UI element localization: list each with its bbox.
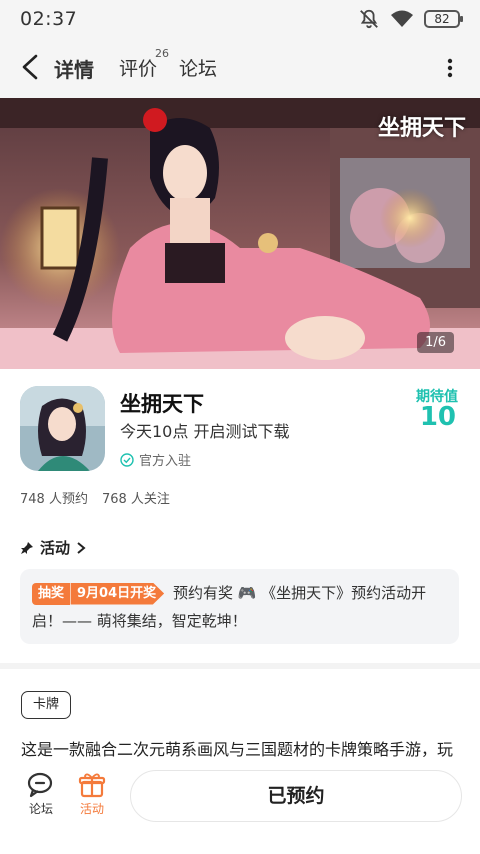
lottery-badge-date: 9月04日开奖	[70, 582, 165, 605]
bell-off-icon	[360, 9, 378, 29]
tab-detail-label: 详情	[54, 58, 94, 82]
official-verified: 官方入驻	[120, 450, 191, 469]
tab-detail[interactable]: 详情	[52, 54, 96, 83]
tab-forum[interactable]: 论坛	[179, 54, 217, 81]
game-subtitle: 今天10点 开启测试下载	[120, 422, 290, 441]
battery-icon: 82	[424, 10, 463, 28]
top-header: 详情 评价 26 论坛	[0, 38, 480, 98]
game-stats: 748 人预约 768 人关注	[20, 488, 170, 507]
bottom-action-bar: 论坛 活动 已预约	[0, 762, 480, 854]
tab-forum-label: 论坛	[179, 58, 218, 80]
back-arrow-icon[interactable]	[16, 52, 46, 82]
activity-section-header[interactable]: 活动	[20, 537, 86, 558]
genre-tag[interactable]: 卡牌	[21, 691, 72, 719]
banner-page-indicator: 1/6	[417, 332, 454, 353]
nav-forum-label: 论坛	[28, 802, 53, 816]
status-bar: 02:37 82	[0, 0, 480, 38]
banner-carousel[interactable]: 坐拥天下 1/6	[0, 98, 480, 369]
activity-heading: 活动	[40, 539, 71, 557]
follower-count: 768 人关注	[101, 492, 170, 507]
tab-review-label: 评价	[119, 58, 158, 80]
lottery-badge: 抽奖 9月04日开奖	[32, 582, 165, 605]
game-app-icon	[20, 386, 105, 471]
status-icons: 82	[358, 8, 463, 30]
chevron-right-icon	[77, 541, 86, 554]
official-label: 官方入驻	[139, 454, 192, 469]
tab-review[interactable]: 评价	[119, 54, 157, 81]
expectation-value: 10	[419, 402, 456, 432]
verified-check-icon	[120, 452, 134, 467]
reserve-button[interactable]: 已预约	[130, 770, 462, 822]
wifi-icon	[391, 10, 413, 27]
nav-forum[interactable]: 论坛	[21, 772, 61, 817]
game-description: 这是一款融合二次元萌系画风与三国题材的卡牌策略手游，玩	[21, 740, 454, 759]
status-time: 02:37	[20, 8, 78, 30]
gift-icon	[78, 773, 106, 798]
banner-logo-text: 坐拥天下	[377, 115, 466, 141]
activity-card[interactable]: 抽奖 9月04日开奖 预约有奖 🎮 《坐拥天下》预约活动开启！—— 萌将集结，智…	[20, 569, 459, 644]
reservation-count: 748 人预约	[20, 492, 88, 507]
more-vertical-icon[interactable]	[438, 56, 462, 80]
nav-activity-label: 活动	[79, 802, 104, 816]
lottery-badge-type: 抽奖	[32, 582, 71, 605]
pin-icon	[21, 541, 33, 554]
battery-level: 82	[434, 12, 450, 26]
section-divider	[0, 663, 480, 669]
game-title: 坐拥天下	[120, 392, 204, 416]
review-count-badge: 26	[155, 47, 169, 60]
nav-activity[interactable]: 活动	[72, 772, 112, 817]
forum-chat-icon	[27, 772, 53, 798]
